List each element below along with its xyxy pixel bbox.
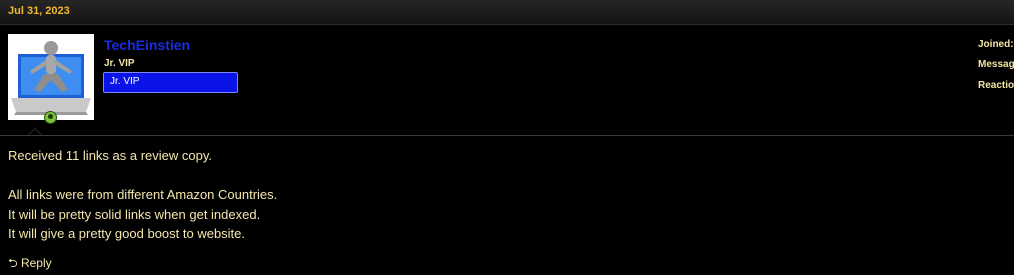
user-title: Jr. VIP [104, 58, 135, 69]
message-arrow [28, 128, 42, 135]
stat-messages-label: Messag [978, 59, 1014, 70]
reply-icon: ⮌ [8, 256, 18, 270]
online-status-icon [44, 111, 57, 124]
post-date[interactable]: Jul 31, 2023 [8, 5, 70, 17]
author-username[interactable]: TechEinstien [104, 37, 190, 53]
stat-joined-label: Joined: [978, 39, 1014, 50]
user-banner: Jr. VIP [103, 72, 238, 93]
post-body: Received 11 links as a review copy. All … [8, 146, 277, 244]
person-on-laptop-icon [8, 34, 94, 120]
avatar[interactable] [8, 34, 94, 120]
reply-label: Reply [20, 256, 52, 270]
post-line: It will be pretty solid links when get i… [8, 206, 261, 222]
post-line: It will give a pretty good boost to webs… [8, 226, 246, 241]
post-line: All links were from different Amazon Cou… [8, 187, 278, 202]
post-header-bar: Jul 31, 2023 [0, 0, 1014, 25]
stat-reactions-label: Reactio [978, 80, 1014, 91]
post-divider [0, 135, 1014, 136]
reply-button[interactable]: ⮌ Reply [8, 254, 52, 275]
post-line: Received 11 links as a review copy. [8, 148, 213, 163]
